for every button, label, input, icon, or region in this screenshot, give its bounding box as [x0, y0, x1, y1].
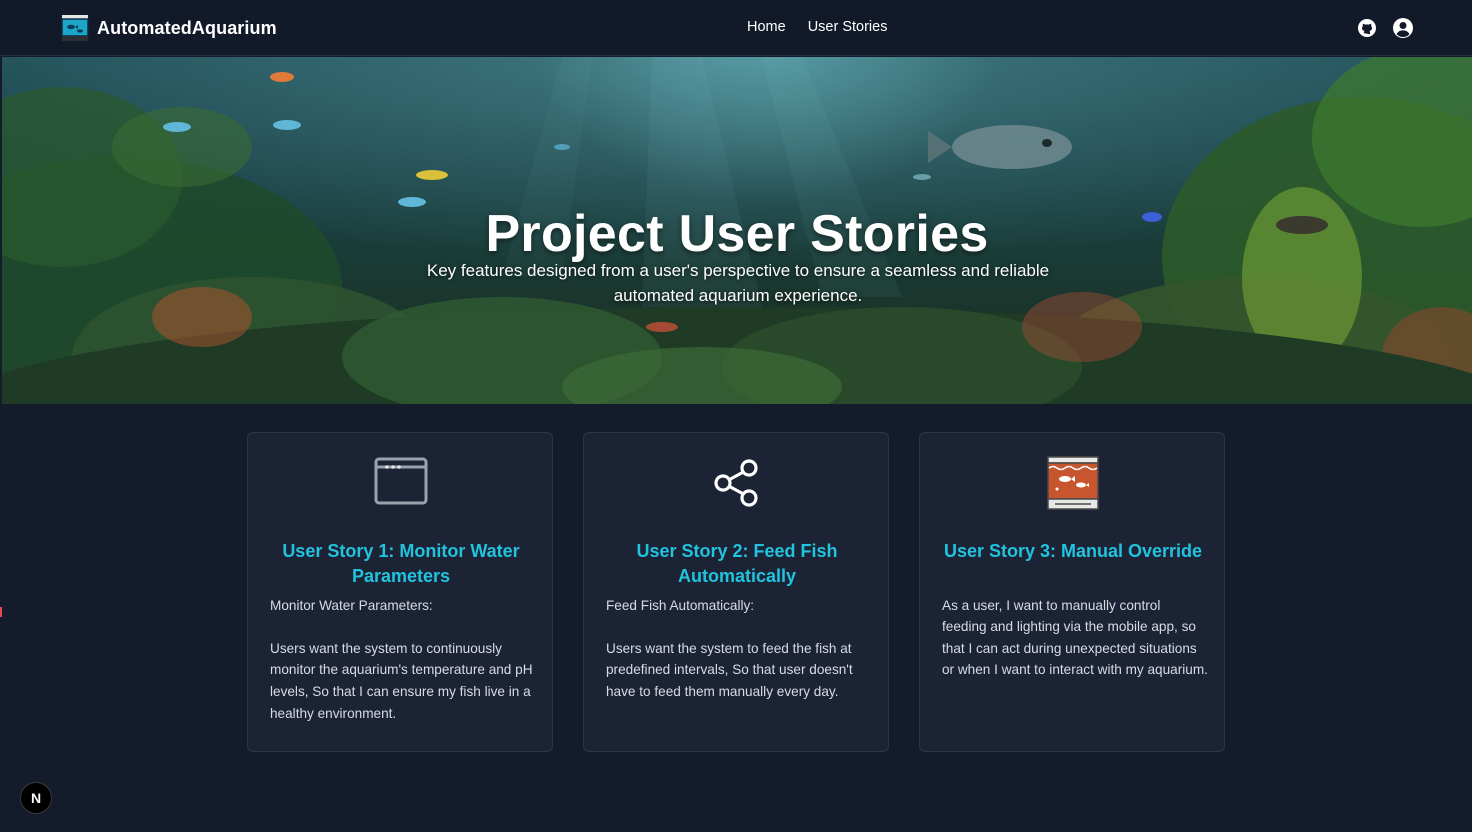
user-account-icon[interactable]	[1392, 17, 1414, 39]
nav-link-home[interactable]: Home	[747, 19, 786, 35]
nav-icons	[1358, 17, 1414, 39]
story-body-1: Monitor Water Parameters: Users want the…	[270, 597, 533, 721]
story-title-3: User Story 3: Manual Override	[943, 540, 1203, 561]
edge-marker	[0, 607, 2, 617]
share-nodes-icon	[714, 459, 758, 507]
story-card-3: User Story 3: Manual Override As a user,…	[919, 432, 1225, 752]
story-body-3: As a user, I want to manually control fe…	[942, 597, 1208, 678]
browser-window-icon	[374, 457, 428, 505]
aquarium-tank-icon	[1047, 456, 1099, 510]
nextjs-dev-badge[interactable]: N	[20, 782, 52, 814]
story-card-2: User Story 2: Feed Fish Automatically Fe…	[583, 432, 889, 752]
hero-banner: Project User Stories Key features design…	[2, 57, 1472, 404]
brand-link[interactable]: AutomatedAquarium	[61, 14, 277, 42]
story-card-1: User Story 1: Monitor Water Parameters M…	[247, 432, 553, 752]
hero-title: Project User Stories	[485, 204, 989, 263]
hero-subtitle: Key features designed from a user's pers…	[426, 261, 1050, 305]
aquarium-logo-icon	[61, 15, 89, 41]
top-navbar: AutomatedAquarium Home User Stories	[0, 0, 1472, 56]
story-title-2: User Story 2: Feed Fish Automatically	[636, 540, 838, 586]
brand-name: AutomatedAquarium	[97, 17, 277, 38]
github-icon[interactable]	[1358, 19, 1376, 37]
nav-links: Home User Stories	[747, 19, 887, 35]
story-body-2: Feed Fish Automatically: Users want the …	[606, 597, 853, 699]
nav-link-user-stories[interactable]: User Stories	[808, 19, 888, 35]
story-title-1: User Story 1: Monitor Water Parameters	[282, 540, 520, 586]
